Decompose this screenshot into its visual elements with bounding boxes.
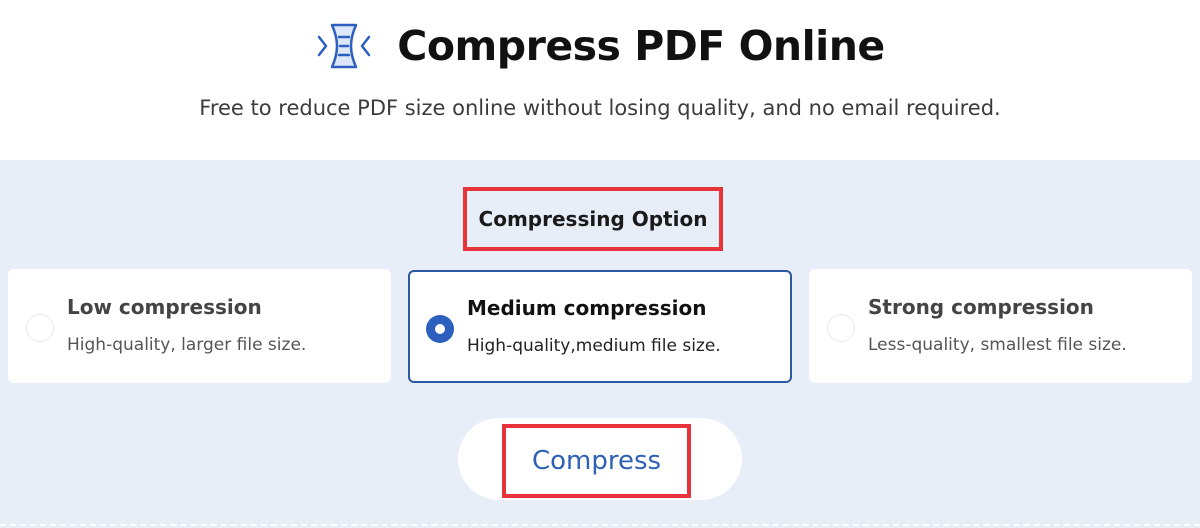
option-description: High-quality,medium file size.: [467, 336, 721, 356]
radio-low-compression[interactable]: [26, 314, 54, 342]
option-title: Medium compression: [467, 296, 707, 320]
option-medium-compression[interactable]: Medium compression High-quality,medium f…: [408, 270, 792, 383]
compression-options-panel: Compressing Option Low compression High-…: [0, 160, 1200, 528]
radio-medium-compression[interactable]: [426, 315, 454, 343]
header: Compress PDF Online Free to reduce PDF s…: [0, 0, 1200, 160]
compress-icon: [315, 18, 373, 74]
option-strong-compression[interactable]: Strong compression Less-quality, smalles…: [809, 269, 1192, 383]
page: Compress PDF Online Free to reduce PDF s…: [0, 0, 1200, 528]
option-description: Less-quality, smallest file size.: [868, 335, 1127, 355]
option-title: Strong compression: [868, 295, 1094, 319]
title-row: Compress PDF Online: [0, 14, 1200, 78]
option-low-compression[interactable]: Low compression High-quality, larger fil…: [8, 269, 391, 383]
option-description: High-quality, larger file size.: [67, 335, 307, 355]
page-title: Compress PDF Online: [397, 22, 885, 70]
radio-strong-compression[interactable]: [827, 314, 855, 342]
option-title: Low compression: [67, 295, 262, 319]
divider: [0, 524, 1200, 526]
section-title: Compressing Option: [463, 187, 723, 251]
page-subtitle: Free to reduce PDF size online without l…: [199, 96, 1001, 120]
compress-button[interactable]: Compress: [502, 424, 691, 498]
